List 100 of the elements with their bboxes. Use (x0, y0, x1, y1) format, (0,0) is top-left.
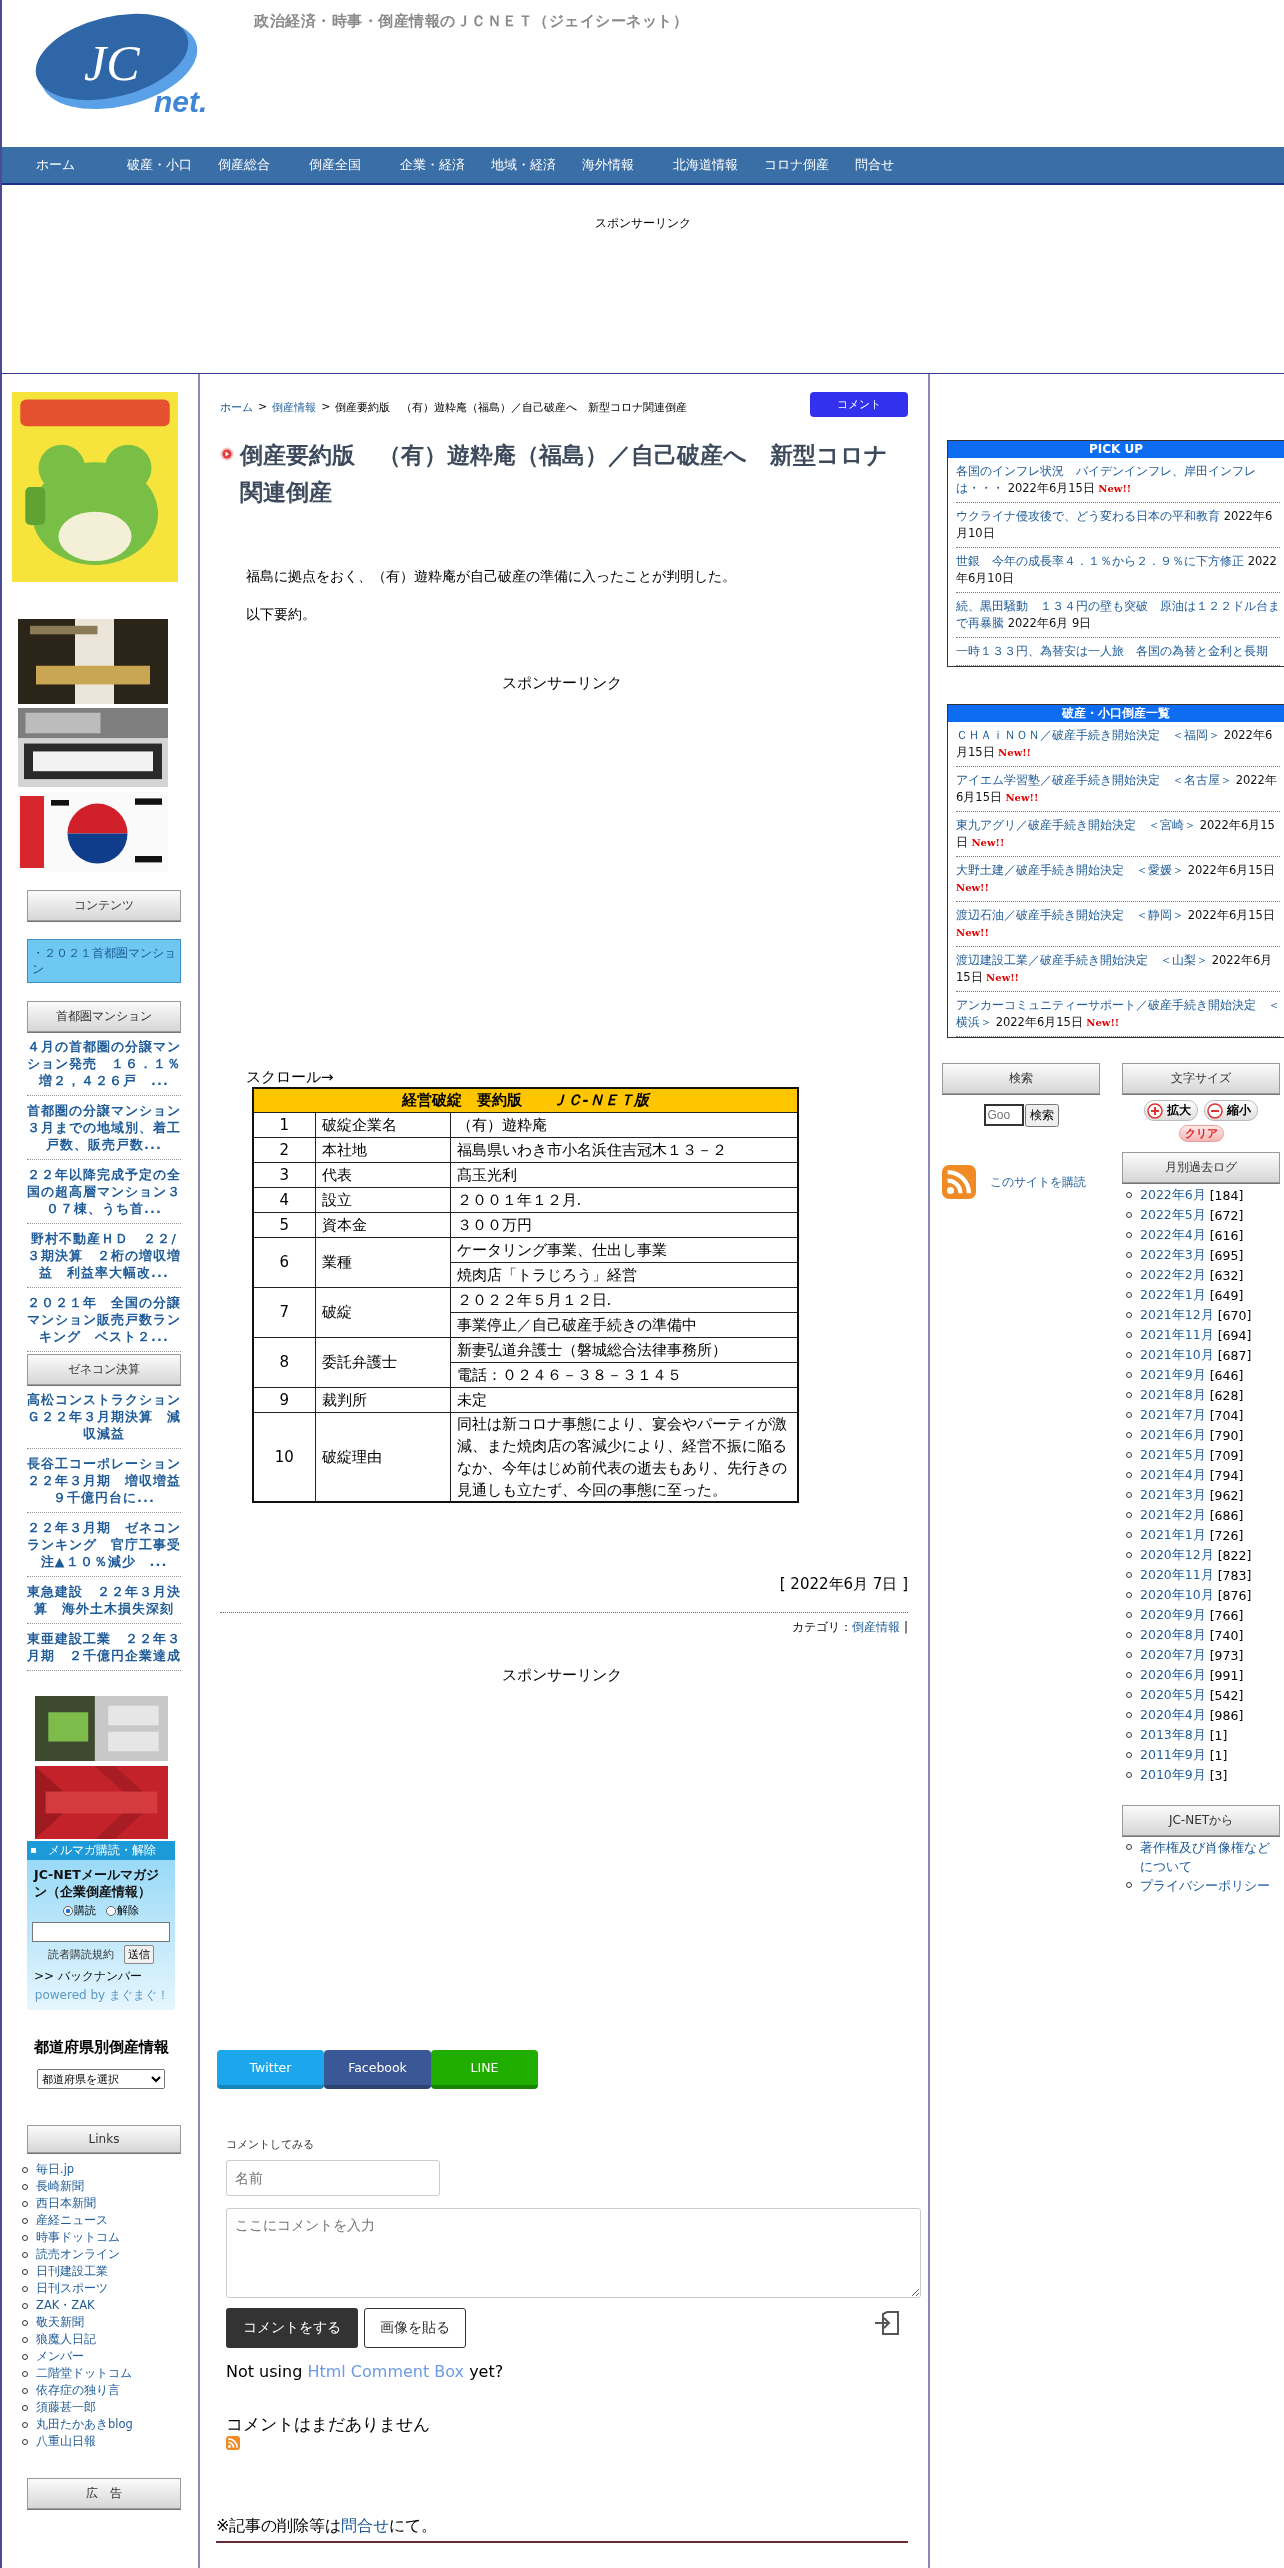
external-link[interactable]: 毎日.jp (36, 2162, 75, 2177)
archive-link[interactable]: 2020年6月 (1140, 1666, 1206, 1684)
radio-button[interactable] (106, 1905, 116, 1916)
email-field[interactable] (32, 1922, 170, 1942)
external-link[interactable]: 丸田たかあきblog (36, 2417, 133, 2432)
news-link[interactable]: ＣＨＡｉＮＯＮ／破産手続き開始決定 ＜福岡＞ 2022年6月15日 New!! (956, 727, 1280, 761)
article-link[interactable]: 野村不動産ＨＤ ２２/３期決算 ２桁の増収増益 利益率大幅改... (27, 1224, 181, 1288)
external-link[interactable]: 依存症の独り言 (36, 2383, 120, 2398)
image-button[interactable]: 画像を貼る (364, 2307, 466, 2348)
article-link[interactable]: 東亜建設工業 ２２年３月期 ２千億円企業達成 (27, 1624, 181, 1671)
about-link[interactable]: プライバシーポリシー (1140, 1876, 1270, 1895)
external-link[interactable]: 西日本新聞 (36, 2196, 96, 2211)
terms-link[interactable]: 読者購読規約 (48, 1947, 114, 1962)
archive-link[interactable]: 2021年4月 (1140, 1466, 1206, 1484)
archive-link[interactable]: 2011年9月 (1140, 1746, 1206, 1764)
archive-link[interactable]: 2020年8月 (1140, 1626, 1206, 1644)
share-button[interactable]: Facebook (324, 2049, 431, 2089)
archive-link[interactable]: 2021年2月 (1140, 1506, 1206, 1524)
news-link[interactable]: 東九アグリ／破産手続き開始決定 ＜宮崎＞ 2022年6月15日 New!! (956, 817, 1280, 851)
external-link[interactable]: 須藤甚一郎 (36, 2400, 96, 2415)
news-link[interactable]: 各国のインフレ状況 バイデンインフレ、岸田インフレは・・・ 2022年6月15日 New!! (956, 463, 1280, 497)
article-link[interactable]: 首都圏の分譲マンション３月までの地域別、着工戸数、販売戸数... (27, 1096, 181, 1160)
external-link[interactable]: 時事ドットコム (36, 2230, 120, 2245)
archive-link[interactable]: 2022年3月 (1140, 1246, 1206, 1264)
external-link[interactable]: 長崎新聞 (36, 2179, 84, 2194)
article-link[interactable]: 長谷工コーポレーション２２年３月期 増収増益９千億円台に... (27, 1449, 181, 1513)
article-link[interactable]: 高松コンストラクションＧ２２年３月期決算 減収減益 (27, 1385, 181, 1449)
name-field[interactable]: 名前 (226, 2159, 440, 2196)
archive-link[interactable]: 2020年7月 (1140, 1646, 1206, 1664)
archive-link[interactable]: 2020年10月 (1140, 1586, 1214, 1604)
rss-icon[interactable] (942, 1165, 976, 1199)
nav-link[interactable]: 企業・経済 (400, 156, 491, 174)
archive-link[interactable]: 2020年12月 (1140, 1546, 1214, 1564)
archive-link[interactable]: 2021年5月 (1140, 1446, 1206, 1464)
nav-link[interactable]: 海外情報 (582, 156, 673, 174)
external-link[interactable]: 日刊建設工業 (36, 2264, 108, 2279)
archive-link[interactable]: 2022年6月 (1140, 1186, 1206, 1204)
news-link[interactable]: 大野土建／破産手続き開始決定 ＜愛媛＞ 2022年6月15日 New!! (956, 862, 1280, 896)
news-link[interactable]: アンカーコミュニティーサポート／破産手続き開始決定 ＜横浜＞ 2022年6月15日 New!! (956, 997, 1280, 1031)
search-field[interactable]: Goo (983, 1104, 1024, 1126)
archive-link[interactable]: 2013年8月 (1140, 1726, 1206, 1744)
nav-link[interactable]: 問合せ (855, 156, 946, 174)
comment-field[interactable]: ここにコメントを入力 (226, 2207, 921, 2298)
radio-button[interactable] (63, 1905, 73, 1916)
news-link[interactable]: 渡辺建設工業／破産手続き開始決定 ＜山梨＞ 2022年6月15日 New!! (956, 952, 1280, 986)
external-link[interactable]: 読売オンライン (36, 2247, 120, 2262)
nav-link[interactable]: 倒産総合 (218, 156, 309, 174)
category-link[interactable]: 倒産情報 (852, 1619, 901, 1634)
external-link[interactable]: メンバー (36, 2349, 84, 2364)
archive-link[interactable]: 2020年9月 (1140, 1606, 1206, 1624)
archive-link[interactable]: 2020年5月 (1140, 1686, 1206, 1704)
news-link[interactable]: アイエム学習塾／破産手続き開始決定 ＜名古屋＞ 2022年6月15日 New!! (956, 772, 1280, 806)
prefecture-select[interactable]: 都道府県を選択 (37, 2069, 165, 2089)
archive-link[interactable]: 2022年1月 (1140, 1286, 1206, 1304)
comment-button[interactable]: コメント (810, 392, 908, 417)
news-link[interactable]: 一時１３３円、為替安は一人旅 各国の為替と金利と長期 (956, 643, 1280, 660)
archive-link[interactable]: 2021年9月 (1140, 1366, 1206, 1384)
contact-link[interactable]: 問合せ (341, 2515, 390, 2535)
nav-link[interactable]: コロナ倒産 (764, 156, 855, 174)
nav-link[interactable]: 地域・経済 (491, 156, 582, 174)
nav-link[interactable]: ホーム (36, 156, 127, 174)
external-link[interactable]: 八重山日報 (36, 2434, 96, 2449)
nav-link[interactable]: 破産・小口 (127, 156, 218, 174)
subscribe-link[interactable]: このサイトを購読 (990, 1173, 1086, 1191)
archive-link[interactable]: 2021年11月 (1140, 1326, 1214, 1344)
archive-link[interactable]: 2022年4月 (1140, 1226, 1206, 1244)
font-size-button[interactable]: 縮小 (1204, 1100, 1258, 1121)
article-link[interactable]: 東急建設 ２２年３月決算 海外土木損失深刻 (27, 1577, 181, 1624)
article-link[interactable]: ２２年以降完成予定の全国の超高層マンション３０７棟、うち首... (27, 1160, 181, 1224)
submit-button[interactable]: 送信 (124, 1945, 154, 1964)
search-button[interactable]: 検索 (1024, 1104, 1059, 1127)
archive-link[interactable]: 2022年5月 (1140, 1206, 1206, 1224)
nav-link[interactable]: 北海道情報 (673, 156, 764, 174)
breadcrumb-link[interactable]: 倒産情報 (272, 400, 317, 415)
archive-link[interactable]: 2021年10月 (1140, 1346, 1214, 1364)
archive-link[interactable]: 2021年12月 (1140, 1306, 1214, 1324)
archive-link[interactable]: 2020年4月 (1140, 1706, 1206, 1724)
submit-button[interactable]: コメントをする (226, 2307, 358, 2348)
news-link[interactable]: 渡辺石油／破産手続き開始決定 ＜静岡＞ 2022年6月15日 New!! (956, 907, 1280, 941)
archive-link[interactable]: 2022年2月 (1140, 1266, 1206, 1284)
font-size-button[interactable]: 拡大 (1144, 1100, 1198, 1121)
archive-link[interactable]: 2021年7月 (1140, 1406, 1206, 1424)
news-link[interactable]: 続、黒田騒動 １３４円の壁も突破 原油は１２２ドル台まで再暴騰 2022年6月 9日 (956, 598, 1280, 632)
news-link[interactable]: ウクライナ侵攻後で、どう変わる日本の平和教育 2022年6月10日 (956, 508, 1280, 542)
external-link[interactable]: 日刊スポーツ (36, 2281, 108, 2296)
archive-link[interactable]: 2021年6月 (1140, 1426, 1206, 1444)
external-link[interactable]: 産経ニュース (36, 2213, 108, 2228)
external-link[interactable]: 敬天新聞 (36, 2315, 84, 2330)
external-link[interactable]: 狼魔人日記 (36, 2332, 96, 2347)
article-link[interactable]: ２０２１年 全国の分譲マンション販売戸数ランキング ベスト２... (27, 1288, 181, 1352)
content-link[interactable]: ・２０２１首都圏マンション (27, 939, 181, 983)
about-link[interactable]: 著作権及び肖像権などについて (1140, 1838, 1280, 1876)
archive-link[interactable]: 2010年9月 (1140, 1766, 1206, 1784)
news-link[interactable]: 世銀 今年の成長率４．１％から２．９％に下方修正 2022年6月10日 (956, 553, 1280, 587)
archive-link[interactable]: 2020年11月 (1140, 1566, 1214, 1584)
archive-link[interactable]: 2021年3月 (1140, 1486, 1206, 1504)
nav-link[interactable]: 倒産全国 (309, 156, 400, 174)
article-link[interactable]: ２２年３月期 ゼネコンランキング 官庁工事受注▲１０％減少 ... (27, 1513, 181, 1577)
archive-link[interactable]: 2021年1月 (1140, 1526, 1206, 1544)
article-link[interactable]: ４月の首都圏の分譲マンション発売 １６．１％増２，４２６戸 ... (27, 1032, 181, 1096)
